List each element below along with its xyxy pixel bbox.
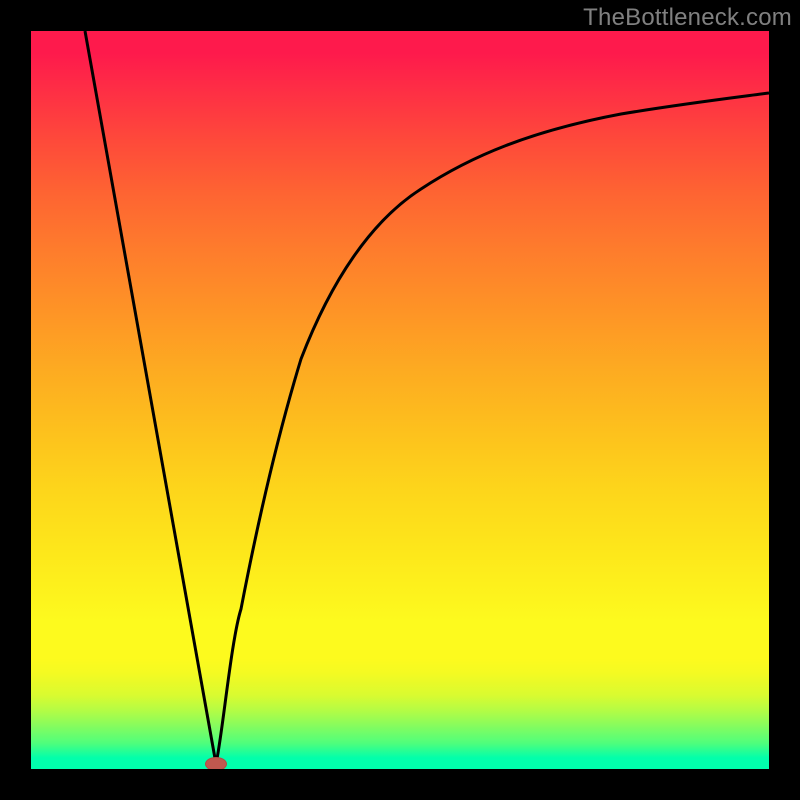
plot-area [31,31,769,769]
attribution-label: TheBottleneck.com [583,4,792,32]
bottleneck-curve [31,31,769,769]
chart-frame: TheBottleneck.com [0,0,800,800]
minimum-marker [205,757,227,769]
curve-left-segment [85,31,216,764]
curve-right-segment [216,93,769,764]
